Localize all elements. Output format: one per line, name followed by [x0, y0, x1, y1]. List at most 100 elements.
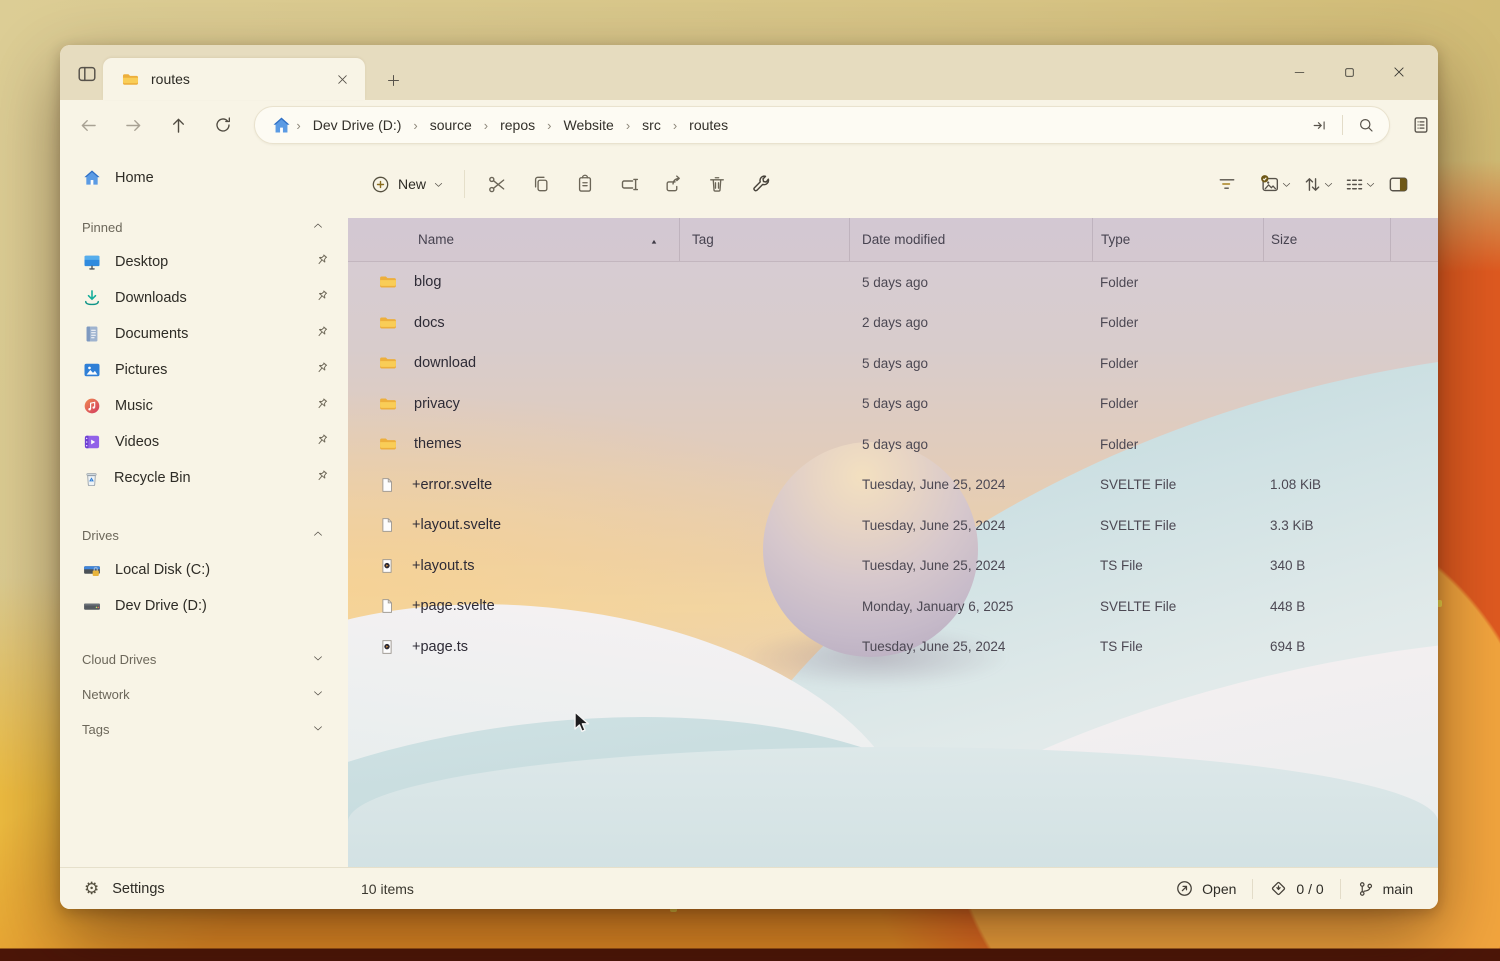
pin-icon[interactable]	[314, 468, 330, 489]
pin-icon[interactable]	[314, 360, 330, 381]
sidebar-item-dev-drive-d[interactable]: Dev Drive (D:)	[68, 588, 340, 624]
pin-icon[interactable]	[314, 432, 330, 453]
pin-icon[interactable]	[314, 288, 330, 309]
sidebar-item-local-disk-c[interactable]: Local Disk (C:)	[68, 552, 340, 588]
layout-view-toggle[interactable]	[1344, 174, 1376, 195]
refresh-button[interactable]	[207, 109, 241, 141]
sidebar-item-documents[interactable]: Documents	[68, 316, 340, 352]
breadcrumb-chevron-icon: ›	[669, 118, 681, 133]
breadcrumb: › Dev Drive (D:) › source › repos › Webs…	[292, 113, 1304, 137]
sidebar-item-label: Music	[115, 398, 314, 414]
tools-wrench-icon[interactable]	[742, 167, 780, 201]
sidebar-section-drives[interactable]: Drives	[60, 518, 348, 552]
sidebar-item-videos[interactable]: Videos	[68, 424, 340, 460]
new-button[interactable]: New	[360, 167, 454, 201]
sidebar-item-label: Local Disk (C:)	[115, 562, 330, 578]
folder-icon	[378, 313, 398, 333]
section-label: Tags	[82, 722, 109, 737]
file-row-docs[interactable]: docs 2 days ago Folder	[348, 303, 1438, 344]
cut-icon[interactable]	[478, 167, 516, 201]
breadcrumb-segment-dev-drive[interactable]: Dev Drive (D:)	[305, 113, 410, 137]
tab-close-icon[interactable]	[329, 66, 355, 92]
section-label: Network	[82, 687, 130, 702]
open-circle-arrow-icon	[1175, 879, 1194, 898]
address-bar[interactable]: › Dev Drive (D:) › source › repos › Webs…	[254, 106, 1390, 144]
sort-toggle[interactable]	[1302, 174, 1334, 195]
settings-button[interactable]: ⚙ Settings	[60, 880, 348, 897]
file-row-layout-ts[interactable]: +layout.ts Tuesday, June 25, 2024 TS Fil…	[348, 546, 1438, 587]
file-row-blog[interactable]: blog 5 days ago Folder	[348, 262, 1438, 303]
thumbnail-toggle[interactable]	[1259, 173, 1292, 195]
files-app-window: routes › D	[60, 45, 1438, 909]
copy-icon[interactable]	[522, 167, 560, 201]
rename-icon[interactable]	[610, 167, 648, 201]
sidebar-section-network[interactable]: Network	[60, 677, 348, 712]
sidebar-item-label: Desktop	[115, 254, 314, 270]
breadcrumb-chevron-icon: ›	[409, 118, 421, 133]
folder-icon	[121, 70, 140, 89]
file-row-layout-svelte[interactable]: +layout.svelte Tuesday, June 25, 2024 SV…	[348, 505, 1438, 546]
new-tab-button[interactable]	[380, 67, 406, 93]
up-button[interactable]	[162, 109, 196, 141]
chevron-up-icon	[312, 220, 324, 235]
file-details-icon[interactable]	[1404, 109, 1438, 141]
breadcrumb-segment-src[interactable]: src	[634, 113, 669, 137]
search-icon[interactable]	[1351, 111, 1381, 139]
column-header-date-modified[interactable]: Date modified	[849, 218, 1092, 261]
column-header-name[interactable]: Name	[348, 218, 679, 261]
main-area: Home Pinned Desktop Downloads	[60, 150, 1438, 867]
paste-icon[interactable]	[566, 167, 604, 201]
chevron-down-icon	[312, 687, 324, 702]
preview-pane-toggle-icon[interactable]	[1379, 167, 1417, 201]
minimize-button[interactable]	[1274, 53, 1324, 91]
sidebar-section-pinned[interactable]: Pinned	[60, 210, 348, 244]
sidebar-item-desktop[interactable]: Desktop	[68, 244, 340, 280]
ts-file-icon	[378, 638, 396, 656]
section-label: Drives	[82, 528, 119, 543]
breadcrumb-segment-source[interactable]: source	[422, 113, 480, 137]
sidebar-item-recycle-bin[interactable]: Recycle Bin	[68, 460, 340, 496]
share-icon[interactable]	[654, 167, 692, 201]
home-icon[interactable]	[271, 115, 292, 136]
file-row-page-ts[interactable]: +page.ts Tuesday, June 25, 2024 TS File …	[348, 627, 1438, 668]
toolbar-divider	[464, 170, 465, 198]
forward-button[interactable]	[117, 109, 151, 141]
status-center-icon	[1269, 879, 1288, 898]
column-header-tag[interactable]: Tag	[679, 218, 849, 261]
sidebar-item-home[interactable]: Home	[68, 160, 340, 196]
breadcrumb-segment-website[interactable]: Website	[555, 113, 621, 137]
tab-routes[interactable]: routes	[103, 58, 365, 100]
file-row-privacy[interactable]: privacy 5 days ago Folder	[348, 384, 1438, 425]
file-row-download[interactable]: download 5 days ago Folder	[348, 343, 1438, 384]
sidebar-toggle-icon[interactable]	[72, 60, 102, 88]
sidebar-section-cloud-drives[interactable]: Cloud Drives	[60, 642, 348, 677]
delete-icon[interactable]	[698, 167, 736, 201]
sidebar-item-downloads[interactable]: Downloads	[68, 280, 340, 316]
go-to-end-icon[interactable]	[1304, 111, 1334, 139]
column-header-size[interactable]: Size	[1263, 218, 1390, 261]
sidebar-item-label: Downloads	[115, 290, 314, 306]
sidebar-section-tags[interactable]: Tags	[60, 712, 348, 747]
file-row-error-svelte[interactable]: +error.svelte Tuesday, June 25, 2024 SVE…	[348, 465, 1438, 506]
command-bar: New	[348, 150, 1438, 218]
sort-arrows-icon	[1302, 174, 1323, 195]
close-button[interactable]	[1374, 53, 1424, 91]
address-bar-actions	[1304, 111, 1381, 139]
status-center-button[interactable]: 0 / 0	[1260, 874, 1332, 903]
pin-icon[interactable]	[314, 324, 330, 345]
open-button[interactable]: Open	[1166, 874, 1245, 903]
git-branch-button[interactable]: main	[1348, 875, 1422, 903]
maximize-button[interactable]	[1324, 53, 1374, 91]
sidebar-item-pictures[interactable]: Pictures	[68, 352, 340, 388]
file-row-page-svelte[interactable]: +page.svelte Monday, January 6, 2025 SVE…	[348, 586, 1438, 627]
filter-icon[interactable]	[1208, 167, 1246, 201]
file-row-themes[interactable]: themes 5 days ago Folder	[348, 424, 1438, 465]
pin-icon[interactable]	[314, 252, 330, 273]
back-button[interactable]	[72, 109, 106, 141]
breadcrumb-segment-routes[interactable]: routes	[681, 113, 736, 137]
pin-icon[interactable]	[314, 396, 330, 417]
recycle-bin-icon	[82, 469, 101, 488]
breadcrumb-segment-repos[interactable]: repos	[492, 113, 543, 137]
sidebar-item-music[interactable]: Music	[68, 388, 340, 424]
column-header-type[interactable]: Type	[1092, 218, 1263, 261]
